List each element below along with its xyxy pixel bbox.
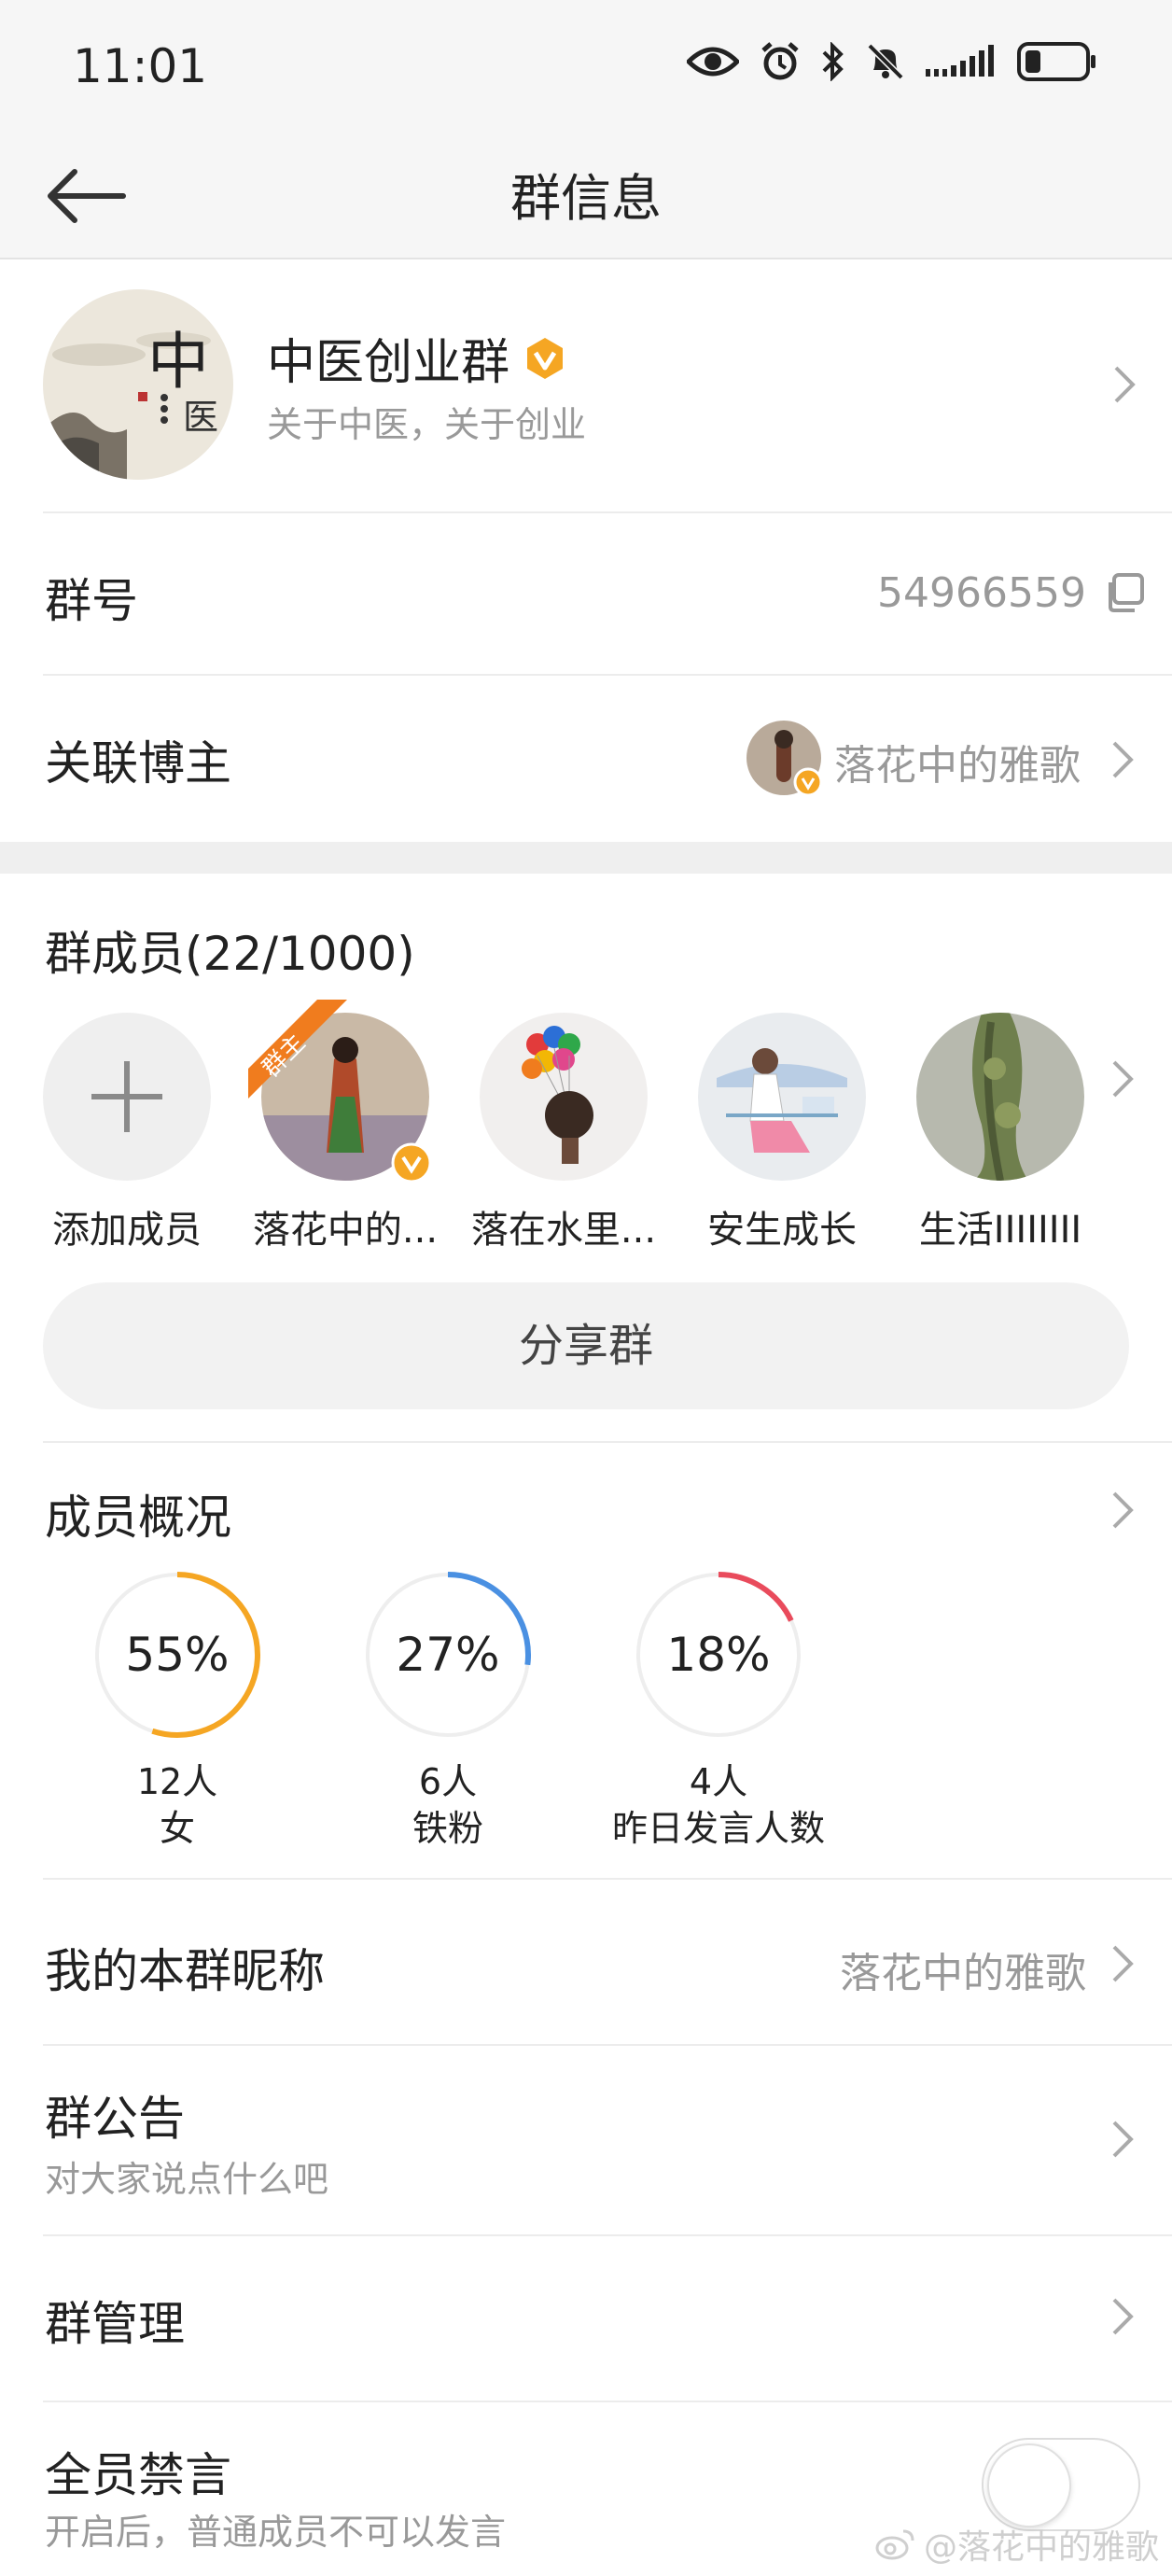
chevron-right-icon bbox=[1112, 2298, 1134, 2335]
linked-blogger-name: 落花中的雅歌 bbox=[834, 742, 1081, 790]
stat-label: 昨日发言人数 bbox=[611, 1808, 825, 1849]
mute-all-toggle[interactable] bbox=[982, 2438, 1140, 2531]
status-time: 11:01 bbox=[73, 39, 208, 93]
member-item[interactable]: 安生成长 bbox=[679, 1013, 885, 1253]
chevron-right-icon bbox=[1112, 1491, 1134, 1529]
section-separator bbox=[0, 842, 1172, 874]
plus-icon bbox=[91, 1061, 162, 1132]
divider bbox=[43, 2044, 1172, 2046]
alarm-icon bbox=[761, 42, 799, 80]
stat-label: 女 bbox=[159, 1808, 195, 1849]
divider bbox=[43, 674, 1172, 676]
member-name: 生活IIIIIIII bbox=[918, 1209, 1082, 1252]
svg-text:医: 医 bbox=[183, 397, 218, 438]
announcement-sub: 对大家说点什么吧 bbox=[45, 2159, 329, 2200]
member-avatar: 群主 bbox=[248, 1000, 432, 1183]
status-icons bbox=[687, 41, 1097, 82]
member-item[interactable]: 落在水里... bbox=[461, 1013, 666, 1253]
stat-count: 4人 bbox=[689, 1761, 748, 1802]
member-item[interactable]: 群主 落花中的... bbox=[243, 1000, 448, 1253]
add-member-avatar bbox=[43, 1013, 211, 1181]
member-name: 安生成长 bbox=[707, 1209, 857, 1252]
chevron-right-icon bbox=[1112, 1945, 1134, 1982]
battery-icon bbox=[1017, 42, 1095, 81]
eye-icon bbox=[687, 47, 739, 77]
member-avatar bbox=[480, 1013, 648, 1181]
group-number-label: 群号 bbox=[45, 574, 138, 628]
share-group-button[interactable]: 分享群 bbox=[43, 1282, 1129, 1409]
member-name: 落花中的... bbox=[252, 1209, 439, 1252]
member-name: 落在水里... bbox=[470, 1209, 657, 1252]
divider bbox=[43, 1441, 1172, 1443]
stat-count: 12人 bbox=[136, 1761, 218, 1802]
status-bar: 11:01 bbox=[0, 0, 1172, 131]
stat-fans: 27% 6人 铁粉 bbox=[327, 1568, 569, 1852]
chevron-right-icon bbox=[1112, 2121, 1134, 2158]
owner-badge: 群主 bbox=[248, 1000, 347, 1099]
bluetooth-icon bbox=[822, 42, 844, 81]
members-title: 群成员(22/1000) bbox=[45, 927, 415, 981]
watermark: @落花中的雅歌 bbox=[875, 2520, 1159, 2569]
nickname-label: 我的本群昵称 bbox=[45, 1944, 325, 1998]
weibo-logo-icon bbox=[875, 2529, 914, 2560]
divider bbox=[43, 2401, 1172, 2402]
add-member-button[interactable]: 添加成员 bbox=[24, 1013, 230, 1253]
member-avatar bbox=[698, 1013, 866, 1181]
watermark-text: @落花中的雅歌 bbox=[923, 2528, 1159, 2567]
stat-ring: 27% bbox=[361, 1568, 535, 1742]
stat-speakers: 18% 4人 昨日发言人数 bbox=[597, 1568, 840, 1852]
verified-badge-icon bbox=[527, 338, 563, 379]
page-title: 群信息 bbox=[510, 169, 662, 228]
chevron-right-icon bbox=[1114, 366, 1136, 403]
toggle-knob bbox=[987, 2443, 1071, 2527]
divider bbox=[43, 511, 1172, 513]
group-avatar: 中 医 bbox=[43, 289, 233, 480]
management-label: 群管理 bbox=[45, 2297, 185, 2351]
stat-percent: 55% bbox=[125, 1628, 230, 1682]
stat-female: 55% 12人 女 bbox=[56, 1568, 299, 1852]
stat-ring: 18% bbox=[632, 1568, 805, 1742]
mute-icon bbox=[867, 43, 904, 80]
stat-count: 6人 bbox=[418, 1761, 478, 1802]
member-item[interactable]: 生活IIIIIIII bbox=[898, 1013, 1103, 1253]
svg-text:中: 中 bbox=[147, 326, 209, 398]
linked-blogger-label: 关联博主 bbox=[45, 736, 231, 791]
mute-all-label: 全员禁言 bbox=[45, 2448, 231, 2502]
stat-percent: 27% bbox=[396, 1628, 500, 1682]
group-number-value: 54966559 bbox=[877, 569, 1086, 617]
copy-icon[interactable] bbox=[1103, 571, 1146, 614]
divider bbox=[43, 2234, 1172, 2236]
blogger-avatar bbox=[745, 719, 823, 797]
member-name: 添加成员 bbox=[52, 1209, 202, 1252]
signal-icon bbox=[926, 45, 994, 77]
verified-badge-icon bbox=[391, 1142, 432, 1183]
divider bbox=[43, 1878, 1172, 1880]
group-name: 中医创业群 bbox=[267, 335, 510, 391]
group-description: 关于中医，关于创业 bbox=[267, 404, 587, 445]
member-avatar bbox=[916, 1013, 1084, 1181]
nav-bar: 群信息 bbox=[0, 131, 1172, 259]
mute-all-sub: 开启后，普通成员不可以发言 bbox=[45, 2512, 507, 2553]
nickname-value: 落花中的雅歌 bbox=[840, 1950, 1086, 1997]
overview-title: 成员概况 bbox=[45, 1491, 231, 1545]
members-more-chevron-icon[interactable] bbox=[1109, 1058, 1137, 1099]
announcement-label: 群公告 bbox=[45, 2092, 185, 2146]
chevron-right-icon bbox=[1112, 741, 1134, 778]
stat-percent: 18% bbox=[666, 1628, 771, 1682]
stat-ring: 55% bbox=[91, 1568, 264, 1742]
stat-label: 铁粉 bbox=[412, 1808, 483, 1849]
